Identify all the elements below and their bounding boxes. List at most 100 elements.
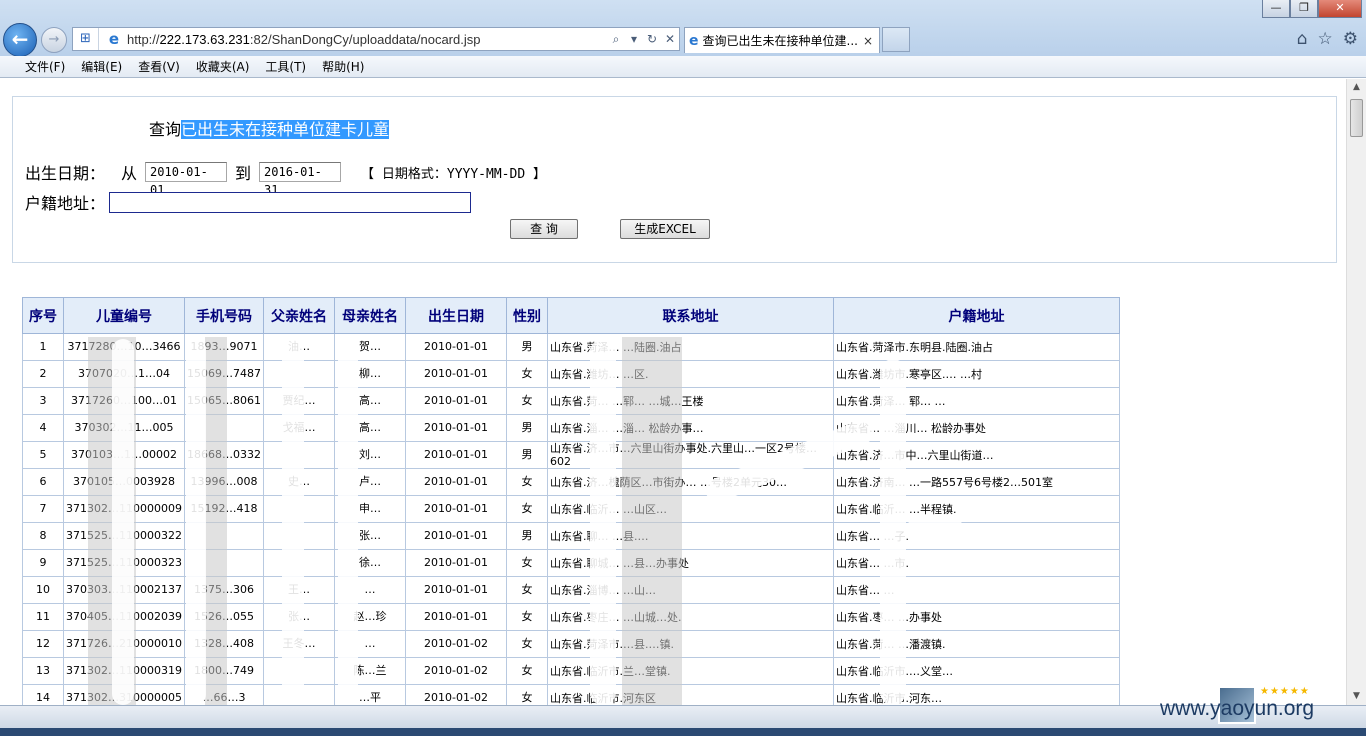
cell-gender: 男 xyxy=(505,522,548,550)
stop-icon[interactable]: ✕ xyxy=(661,32,679,46)
scribble-overlay xyxy=(880,359,906,705)
cell-index: 8 xyxy=(22,522,64,550)
scribble-overlay xyxy=(186,339,206,705)
rating-stars: ★★★★★ xyxy=(1260,686,1310,697)
col-header-index[interactable]: 序号 xyxy=(22,297,64,334)
cell-gender: 女 xyxy=(505,360,548,388)
col-header-child-id[interactable]: 儿童编号 xyxy=(63,297,185,334)
menu-view[interactable]: 查看(V) xyxy=(131,58,187,75)
address-input[interactable] xyxy=(109,191,472,213)
tab-active[interactable]: e 查询已出生未在接种单位建... × xyxy=(684,27,880,53)
cell-birth-date: 2010-01-01 xyxy=(404,468,507,496)
cell-index: 7 xyxy=(22,495,64,523)
col-header-father[interactable]: 父亲姓名 xyxy=(262,297,335,334)
address-row: 户籍地址： xyxy=(25,190,472,214)
search-icon[interactable]: ⌕ xyxy=(607,32,625,47)
col-header-mother[interactable]: 母亲姓名 xyxy=(333,297,406,334)
compatibility-view-icon[interactable]: ⊞ xyxy=(73,28,99,50)
search-button[interactable]: 查 询 xyxy=(510,219,578,239)
col-header-registered-address[interactable]: 户籍地址 xyxy=(832,297,1120,334)
cell-birth-date: 2010-01-01 xyxy=(404,441,507,469)
privacy-blur xyxy=(622,337,682,705)
dropdown-icon[interactable]: ▾ xyxy=(625,32,643,46)
menu-file[interactable]: 文件(F) xyxy=(18,58,72,75)
cell-index: 13 xyxy=(22,657,64,685)
menu-help[interactable]: 帮助(H) xyxy=(315,58,371,75)
address-label: 户籍地址： xyxy=(25,194,106,213)
cell-gender: 女 xyxy=(505,603,548,631)
cell-registered-address: 山东省.临沂… …半程镇. xyxy=(832,495,1120,523)
date-format-hint: 【 日期格式：YYYY-MM-DD 】 xyxy=(361,166,546,182)
cell-birth-date: 2010-01-01 xyxy=(404,522,507,550)
cell-index: 1 xyxy=(22,333,64,361)
menu-tools[interactable]: 工具(T) xyxy=(258,58,313,75)
minimize-button[interactable]: — xyxy=(1262,0,1290,18)
scroll-thumb[interactable] xyxy=(1350,99,1363,137)
address-bar[interactable]: ⊞ e http://222.173.63.231:82/ShanDongCy/… xyxy=(72,27,680,51)
new-tab-button[interactable] xyxy=(882,27,910,52)
vertical-scrollbar[interactable]: ▲ ▼ xyxy=(1346,79,1366,705)
cell-gender: 女 xyxy=(505,684,548,705)
from-label: 从 xyxy=(121,164,138,183)
cell-gender: 男 xyxy=(505,333,548,361)
title-prefix: 查询 xyxy=(149,120,182,139)
scribble-overlay xyxy=(338,339,358,705)
cell-birth-date: 2010-01-01 xyxy=(404,576,507,604)
birth-date-row: 出生日期： 从 2010-01-01 到 2016-01-31 【 日期格式：Y… xyxy=(25,160,546,197)
cell-registered-address: 山东省… …淄川… 松龄办事处 xyxy=(832,414,1120,442)
maximize-button[interactable]: ❐ xyxy=(1290,0,1318,18)
cell-index: 5 xyxy=(22,441,64,469)
cell-registered-address: 山东省.菏… …潘渡镇. xyxy=(832,630,1120,658)
url-text[interactable]: http://222.173.63.231:82/ShanDongCy/uplo… xyxy=(127,32,607,47)
cell-birth-date: 2010-01-02 xyxy=(404,657,507,685)
cell-gender: 女 xyxy=(505,495,548,523)
col-header-birth-date[interactable]: 出生日期 xyxy=(404,297,507,334)
favorites-star-icon[interactable]: ☆ xyxy=(1318,29,1333,49)
back-arrow-icon[interactable]: ← xyxy=(3,23,37,57)
cell-registered-address: 山东省.临沂市.…义堂… xyxy=(832,657,1120,685)
date-to-input[interactable]: 2016-01-31 xyxy=(259,162,342,197)
cell-index: 9 xyxy=(22,549,64,577)
menu-favorites[interactable]: 收藏夹(A) xyxy=(189,58,257,75)
cell-index: 2 xyxy=(22,360,64,388)
window-controls: — ❐ ✕ xyxy=(1262,0,1362,18)
cell-index: 6 xyxy=(22,468,64,496)
tab-title: 查询已出生未在接种单位建... xyxy=(702,34,858,48)
to-label: 到 xyxy=(235,164,252,183)
close-window-button[interactable]: ✕ xyxy=(1318,0,1362,18)
title-highlight: 已出生未在接种单位建卡儿童 xyxy=(181,120,390,139)
forward-arrow-icon[interactable]: → xyxy=(41,27,67,53)
cell-registered-address: 山东省.济…市中…六里山街道… xyxy=(832,441,1120,469)
col-header-phone[interactable]: 手机号码 xyxy=(183,297,264,334)
query-panel: 查询已出生未在接种单位建卡儿童 出生日期： 从 2010-01-01 到 201… xyxy=(12,96,1337,263)
cell-registered-address: 山东省… …市. xyxy=(832,549,1120,577)
cell-gender: 女 xyxy=(505,549,548,577)
scroll-down-icon[interactable]: ▼ xyxy=(1347,688,1366,705)
cell-index: 4 xyxy=(22,414,64,442)
browser-chrome: — ❐ ✕ ← → ⊞ e http://222.173.63.231:82/S… xyxy=(0,0,1366,57)
home-icon[interactable]: ⌂ xyxy=(1297,29,1308,49)
cell-birth-date: 2010-01-01 xyxy=(404,603,507,631)
cell-registered-address: 山东省.济南… …一路557号6号楼2…501室 xyxy=(832,468,1120,496)
tools-gear-icon[interactable]: ⚙ xyxy=(1343,29,1358,49)
date-from-input[interactable]: 2010-01-01 xyxy=(145,162,228,197)
menu-bar: 文件(F) 编辑(E) 查看(V) 收藏夹(A) 工具(T) 帮助(H) xyxy=(0,56,1366,78)
cell-gender: 女 xyxy=(505,657,548,685)
privacy-blur xyxy=(205,337,227,705)
refresh-icon[interactable]: ↻ xyxy=(643,32,661,46)
scribble-overlay xyxy=(112,339,134,705)
table-header-row: 序号 儿童编号 手机号码 父亲姓名 母亲姓名 出生日期 性别 联系地址 户籍地址 xyxy=(22,297,1120,334)
cell-gender: 女 xyxy=(505,387,548,415)
col-header-contact-address[interactable]: 联系地址 xyxy=(546,297,834,334)
col-header-gender[interactable]: 性别 xyxy=(505,297,548,334)
cell-birth-date: 2010-01-01 xyxy=(404,387,507,415)
tab-close-icon[interactable]: × xyxy=(861,34,875,48)
scroll-up-icon[interactable]: ▲ xyxy=(1347,79,1366,96)
cell-registered-address: 山东省.临沂市.河东… xyxy=(832,684,1120,705)
generate-excel-button[interactable]: 生成EXCEL xyxy=(620,219,710,239)
ie-logo-icon: e xyxy=(689,32,699,49)
cell-gender: 女 xyxy=(505,576,548,604)
cell-birth-date: 2010-01-01 xyxy=(404,414,507,442)
menu-edit[interactable]: 编辑(E) xyxy=(74,58,129,75)
toolbar-icons: ⌂ ☆ ⚙ xyxy=(1297,29,1358,49)
